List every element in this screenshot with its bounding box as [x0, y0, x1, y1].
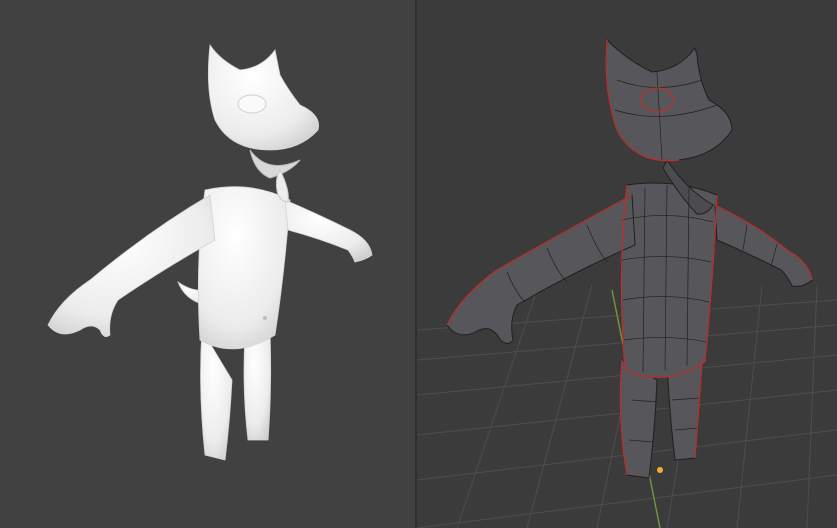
head: [207, 43, 319, 151]
left-arm: [47, 194, 216, 338]
mouth: [249, 149, 301, 179]
wireframe-scene: [417, 38, 837, 528]
clay-model: [47, 43, 373, 461]
split-render-view: [0, 0, 837, 528]
wireframe-render-panel: [417, 0, 837, 528]
eye: [237, 94, 267, 114]
navel: [263, 316, 267, 320]
left-leg: [200, 328, 233, 461]
solid-render-panel: [0, 0, 415, 528]
origin-point: [657, 467, 663, 473]
mesh-right-arm: [714, 204, 813, 287]
right-arm: [284, 199, 373, 263]
